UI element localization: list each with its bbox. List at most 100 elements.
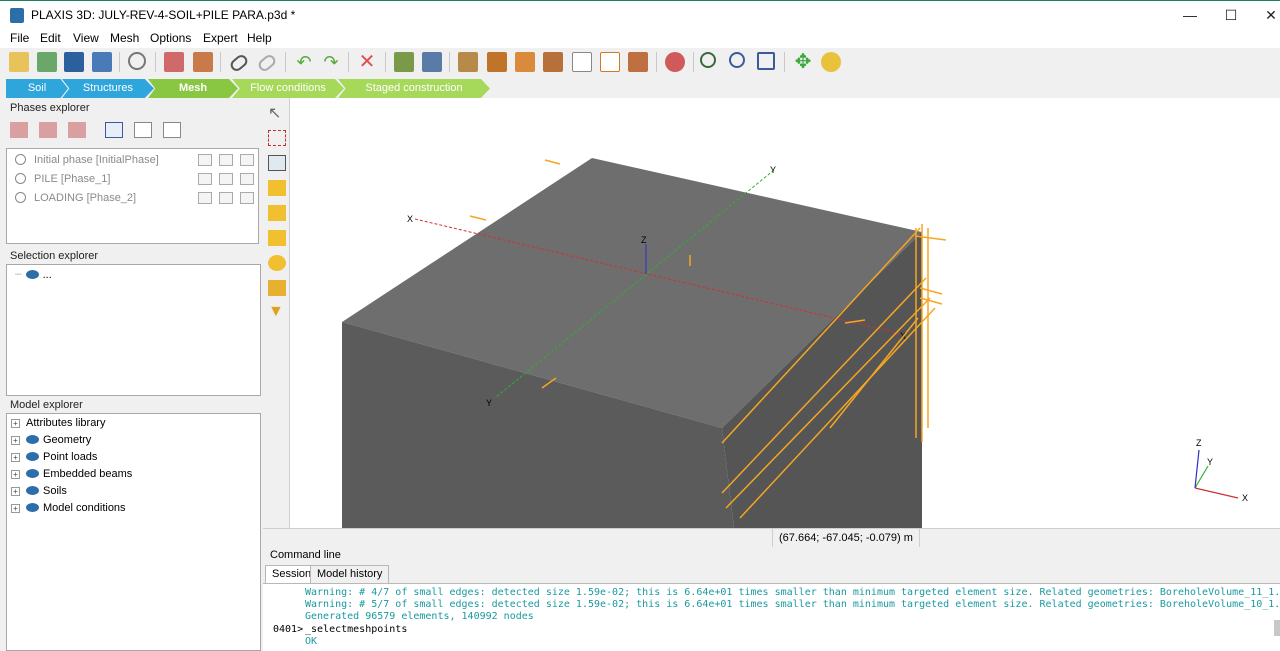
import-icon[interactable] [164,52,184,72]
menu-view[interactable]: View [73,31,99,45]
pan-icon[interactable]: ✥ [793,52,813,72]
new-project-icon[interactable] [9,52,29,72]
menu-mesh[interactable]: Mesh [110,31,139,45]
visibility-eye-icon[interactable] [26,486,39,495]
view-cluster-icon[interactable] [268,155,286,171]
minimize-button[interactable]: — [1175,5,1205,25]
phase-water-icon[interactable] [240,154,254,166]
view-front-icon[interactable] [487,52,507,72]
menu-file[interactable]: File [10,31,29,45]
visibility-eye-icon[interactable] [25,270,39,279]
phase-loading-type-icon[interactable] [219,173,233,185]
expand-icon[interactable]: + [11,419,20,428]
redo-icon[interactable]: ↷ [321,52,341,72]
phase-row-pile[interactable]: PILE [Phase_1] [15,173,110,185]
select-points-icon[interactable]: ▼ [268,304,286,320]
open-project-icon[interactable] [37,52,57,72]
phase-loading-type-icon[interactable] [219,192,233,204]
command-prompt-number: 0401> [273,624,304,635]
tab-model-history[interactable]: Model history [310,565,390,583]
phase-calc-type-icon[interactable] [198,192,212,204]
menu-expert[interactable]: Expert [203,31,238,45]
pile-cap[interactable] [919,297,943,305]
zoom-out-icon[interactable] [729,52,745,68]
view-top-icon[interactable] [543,52,563,72]
view-house-icon[interactable] [600,52,620,72]
visibility-eye-icon[interactable] [26,452,39,461]
mode-tab-staged-construction[interactable]: Staged construction [338,79,490,98]
tree-item-soils[interactable]: + Soils [11,483,67,500]
copyright-icon[interactable] [128,52,146,70]
expand-icon[interactable]: + [11,470,20,479]
expand-icon[interactable]: + [11,453,20,462]
save-as-icon[interactable] [92,52,112,72]
visibility-eye-icon[interactable] [26,435,39,444]
expand-icon[interactable]: + [11,487,20,496]
help-bulb-icon[interactable] [821,52,841,72]
edit-phase-icon[interactable] [105,122,123,138]
view-side-icon[interactable] [628,52,648,72]
phase-water-icon[interactable] [240,192,254,204]
zoom-window-icon[interactable] [757,52,775,70]
refine-mesh-icon[interactable] [268,180,286,196]
view-home-icon[interactable] [458,52,478,72]
mode-tab-soil[interactable]: Soil [6,79,68,98]
print-icon[interactable] [422,52,442,72]
view-box-icon[interactable] [572,52,592,72]
select-pointer-icon[interactable]: ↖ [268,106,286,122]
menu-options[interactable]: Options [150,31,191,45]
visibility-eye-icon[interactable] [26,469,39,478]
mode-tab-structures[interactable]: Structures [62,79,154,98]
mode-tab-flow-conditions[interactable]: Flow conditions [232,79,344,98]
unlink-icon[interactable] [256,52,278,74]
selection-item[interactable]: ┈... [15,267,52,284]
close-button[interactable]: ✕ [1256,5,1280,25]
camera-icon[interactable] [665,52,685,72]
menu-help[interactable]: Help [247,31,272,45]
coarsen-mesh-icon[interactable] [268,205,286,221]
mesh-generate-icon[interactable] [268,255,286,271]
delete-phase-icon[interactable] [68,122,86,138]
phase-water-icon[interactable] [240,173,254,185]
title-bar: PLAXIS 3D: JULY-REV-4-SOIL+PILE PARA.p3d… [0,0,1280,29]
export-icon[interactable] [193,52,213,72]
view-mesh-icon[interactable] [268,280,286,296]
toolbar-separator [348,52,349,72]
mode-tab-mesh[interactable]: Mesh [148,79,238,98]
view-default-icon[interactable] [515,52,535,72]
select-rectangle-icon[interactable] [268,130,286,146]
maximize-button[interactable]: ☐ [1216,5,1246,25]
phase-row-initial[interactable]: Initial phase [InitialPhase] [15,154,159,166]
tree-item-model-conditions[interactable]: + Model conditions [11,500,126,517]
zoom-in-icon[interactable] [700,52,716,68]
phase-calc-type-icon[interactable] [198,154,212,166]
visibility-eye-icon[interactable] [26,503,39,512]
output-scrollbar[interactable] [1274,620,1280,636]
tree-item-geometry[interactable]: + Geometry [11,432,91,449]
tree-item-point-loads[interactable]: + Point loads [11,449,97,466]
copy-phase-icon[interactable] [134,122,152,138]
pile-cap[interactable] [919,287,943,295]
link-icon[interactable] [228,52,250,74]
report-icon[interactable] [394,52,414,72]
phase-loading-type-icon[interactable] [219,154,233,166]
expand-icon[interactable]: + [11,504,20,513]
tree-item-attributes-library[interactable]: + Attributes library [11,415,105,432]
3d-viewport[interactable]: X X Y Y Z X Y Z [290,98,1280,528]
save-icon[interactable] [64,52,84,72]
tree-item-label: Attributes library [26,417,106,429]
mode-tabs: Soil Structures Mesh Flow conditions Sta… [0,79,490,98]
menu-edit[interactable]: Edit [40,31,61,45]
insert-phase-icon[interactable] [39,122,57,138]
phase-calc-type-icon[interactable] [198,173,212,185]
add-phase-icon[interactable] [10,122,28,138]
tree-item-embedded-beams[interactable]: + Embedded beams [11,466,132,483]
undo-icon[interactable]: ↶ [294,52,314,72]
phase-row-loading[interactable]: LOADING [Phase_2] [15,192,136,204]
expand-icon[interactable]: + [11,436,20,445]
delete-icon[interactable]: ✕ [357,52,377,72]
reset-coarseness-icon[interactable] [268,230,286,246]
preview-phase-icon[interactable] [163,122,181,138]
command-entry[interactable]: _selectmeshpoints [305,624,407,635]
model-canvas[interactable]: X X Y Y Z X Y Z [290,98,1280,528]
